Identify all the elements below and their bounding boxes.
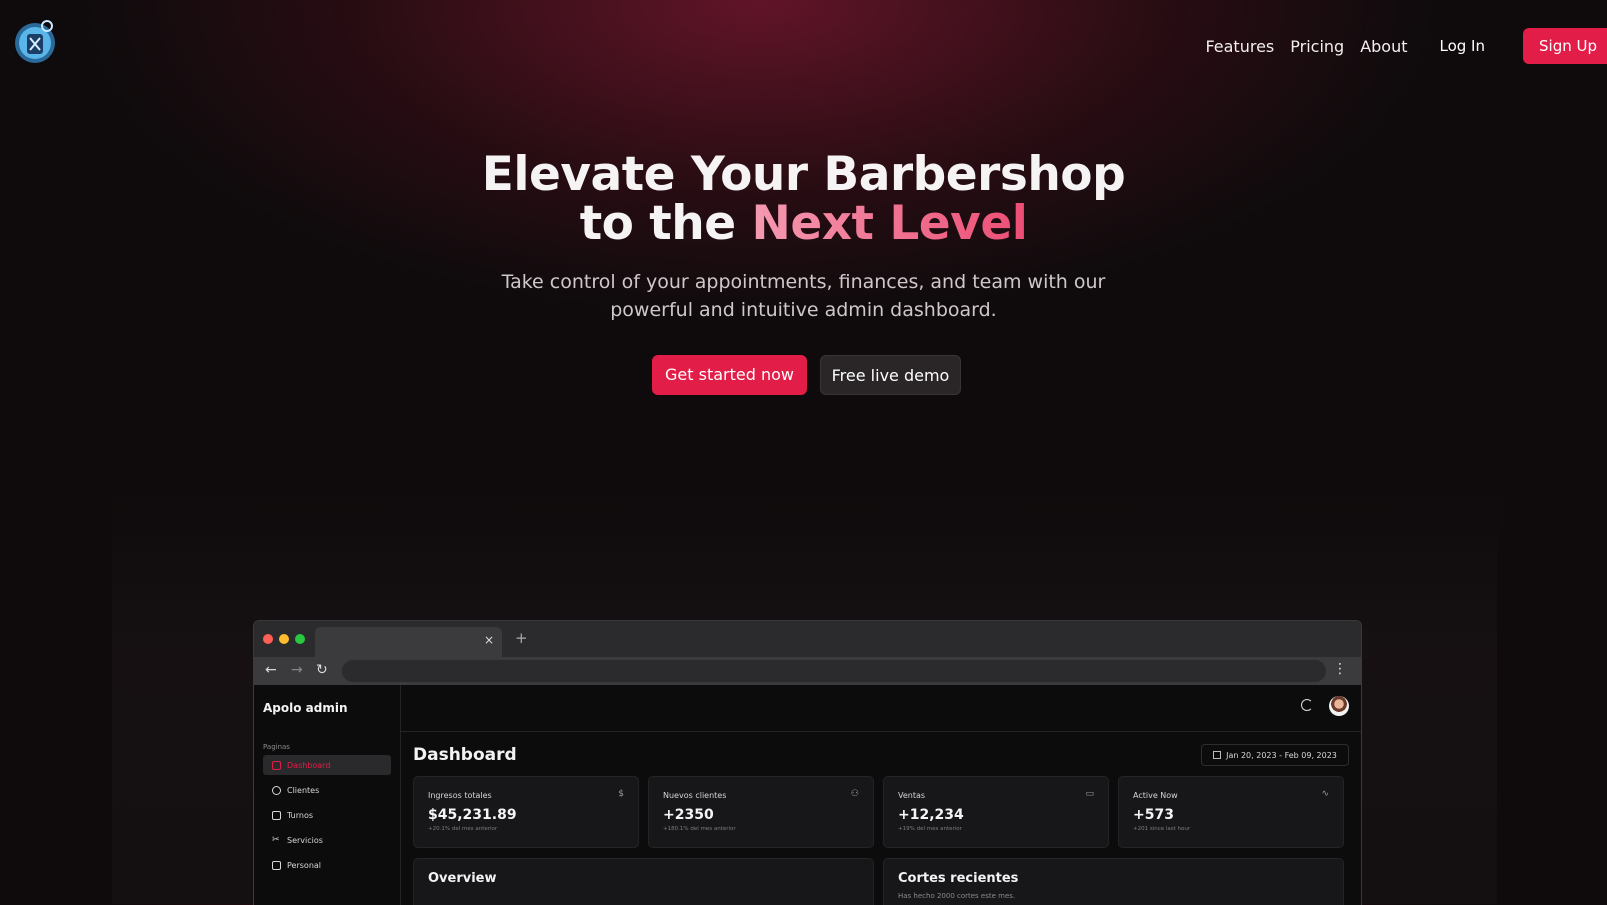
credit-card-icon: ▭ (1085, 789, 1094, 799)
login-link[interactable]: Log In (1440, 37, 1486, 55)
get-started-button[interactable]: Get started now (652, 355, 807, 395)
users-icon: ⚇ (850, 789, 859, 799)
admin-app-title: Apolo admin (263, 701, 348, 715)
stat-card-value: +2350 (663, 807, 714, 823)
stat-card-ventas: Ventas ▭ +12,234 +19% del mes anterior (883, 776, 1109, 848)
top-navigation: Features Pricing About Log In Sign Up (1205, 28, 1607, 64)
stat-card-ingresos: Ingresos totales $ $45,231.89 +20.1% del… (413, 776, 639, 848)
signup-button[interactable]: Sign Up (1523, 28, 1607, 64)
sidebar-item-label: Servicios (287, 835, 323, 845)
stat-card-active: Active Now ∿ +573 +201 since last hour (1118, 776, 1344, 848)
barbershop-logo-icon[interactable] (12, 16, 58, 66)
nav-link-about[interactable]: About (1360, 37, 1407, 56)
address-field[interactable] (342, 660, 1326, 682)
reload-icon[interactable]: ↻ (316, 662, 328, 678)
sidebar-item-label: Dashboard (287, 760, 331, 770)
recent-cuts-subtitle: Has hecho 2000 cortes este mes. (898, 892, 1016, 900)
overview-panel: Overview (413, 858, 874, 905)
live-demo-button[interactable]: Free live demo (820, 355, 961, 395)
recent-cuts-title: Cortes recientes (898, 871, 1019, 886)
stat-card-value: $45,231.89 (428, 807, 517, 823)
browser-menu-icon[interactable]: ⋮ (1333, 661, 1347, 677)
stat-card-clientes: Nuevos clientes ⚇ +2350 +180.1% del mes … (648, 776, 874, 848)
sidebar-item-servicios[interactable]: ✂ Servicios (263, 830, 391, 850)
stat-card-title: Nuevos clientes (663, 791, 727, 800)
users-icon (272, 785, 281, 795)
maximize-window-dot-icon[interactable] (295, 634, 305, 644)
back-arrow-icon[interactable]: ← (265, 662, 277, 678)
date-range-picker[interactable]: Jan 20, 2023 - Feb 09, 2023 (1201, 744, 1349, 766)
date-range-label: Jan 20, 2023 - Feb 09, 2023 (1226, 750, 1337, 760)
forward-arrow-icon[interactable]: → (291, 662, 303, 678)
stat-card-title: Ingresos totales (428, 791, 492, 800)
sidebar-item-label: Clientes (287, 785, 320, 795)
calendar-icon (1213, 751, 1222, 759)
browser-url-bar: ← → ↻ ⋮ (254, 657, 1361, 685)
sidebar-item-turnos[interactable]: Turnos (263, 805, 391, 825)
minimize-window-dot-icon[interactable] (279, 634, 289, 644)
stat-card-subtitle: +201 since last hour (1133, 826, 1191, 832)
stat-card-title: Ventas (898, 791, 926, 800)
sidebar-section-label: Paginas (263, 743, 290, 751)
sidebar-item-label: Turnos (287, 810, 314, 820)
hero-title-accent: Next Level (751, 196, 1028, 251)
sidebar-item-label: Personal (287, 860, 322, 870)
sidebar-item-clientes[interactable]: Clientes (263, 780, 391, 800)
theme-toggle-icon[interactable] (1301, 699, 1313, 711)
close-window-dot-icon[interactable] (263, 634, 273, 644)
hero-subtitle: Take control of your appointments, finan… (0, 268, 1607, 324)
sidebar-item-dashboard[interactable]: Dashboard (263, 755, 391, 775)
browser-tab-bar: × + (254, 621, 1361, 657)
user-avatar[interactable] (1329, 696, 1349, 716)
new-tab-icon[interactable]: + (515, 629, 528, 647)
hero-subtitle-line1: Take control of your appointments, finan… (501, 271, 1106, 293)
scissors-icon: ✂ (272, 834, 280, 845)
page-title: Dashboard (413, 745, 517, 765)
calendar-icon (272, 810, 281, 820)
admin-topbar (400, 685, 1361, 732)
hero-title-line1: Elevate Your Barbershop (481, 147, 1126, 202)
stat-card-title: Active Now (1133, 791, 1178, 800)
contact-card-icon (272, 860, 281, 870)
overview-title: Overview (428, 871, 497, 886)
nav-link-pricing[interactable]: Pricing (1290, 37, 1344, 56)
stat-card-value: +12,234 (898, 807, 964, 823)
admin-app: Apolo admin Paginas Dashboard Clientes T… (254, 685, 1361, 905)
hero-title-plain: to the (579, 196, 736, 251)
hero-subtitle-line2: powerful and intuitive admin dashboard. (610, 299, 997, 321)
nav-link-features[interactable]: Features (1205, 37, 1274, 56)
activity-icon: ∿ (1321, 789, 1329, 799)
stat-card-subtitle: +19% del mes anterior (898, 826, 962, 832)
admin-sidebar: Apolo admin Paginas Dashboard Clientes T… (254, 685, 401, 905)
stat-card-value: +573 (1133, 807, 1174, 823)
hero-title: Elevate Your Barbershop to the Next Leve… (0, 150, 1607, 248)
dollar-icon: $ (618, 789, 624, 799)
dashboard-preview-browser: × + ← → ↻ ⋮ Apolo admin Paginas Dashboar… (253, 620, 1362, 905)
stat-card-subtitle: +20.1% del mes anterior (428, 826, 498, 832)
stat-card-subtitle: +180.1% del mes anterior (663, 826, 736, 832)
sidebar-item-personal[interactable]: Personal (263, 855, 391, 875)
hero-title-line2: to the Next Level (0, 199, 1607, 248)
close-tab-icon[interactable]: × (484, 633, 494, 647)
browser-tab[interactable]: × (315, 627, 502, 657)
recent-cuts-panel: Cortes recientes Has hecho 2000 cortes e… (883, 858, 1344, 905)
dashboard-icon (272, 760, 281, 770)
